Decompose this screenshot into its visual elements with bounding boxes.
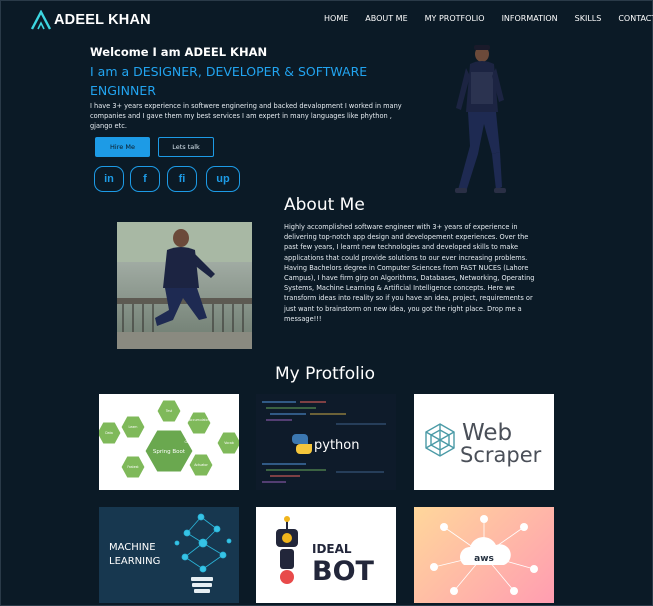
spring-label: Accumulator [189, 418, 210, 422]
nav-skills[interactable]: SKILLS [575, 14, 602, 23]
portfolio-title: My Protfolio [275, 364, 375, 384]
ideal-label: IDEAL [312, 542, 352, 556]
hero-role: I am a DESIGNER, DEVELOPER & SOFTWARE EN… [90, 64, 368, 98]
nav-information[interactable]: INFORMATION [502, 14, 558, 23]
python-label: python [314, 438, 359, 453]
spring-label: Fastest [127, 465, 139, 469]
about-text: Highly accomplished software engineer wi… [284, 223, 535, 323]
spring-label: Actuator [194, 463, 208, 467]
upwork-icon[interactable]: up [206, 166, 240, 192]
hero-welcome: Welcome I am ADEEL KHAN [90, 45, 268, 59]
nav-portfolio[interactable]: MY PROTFOLIO [425, 14, 485, 23]
nav-contact[interactable]: CONTACT [618, 14, 653, 23]
spring-boot-center-label: Spring Boot [153, 449, 186, 455]
logo-text: ADEEL KHAN [54, 12, 151, 28]
lets-talk-button[interactable]: Lets talk [158, 137, 214, 157]
spring-label: Vocab [224, 441, 234, 445]
portfolio-card-python[interactable]: python [256, 394, 396, 490]
spring-label: Good Architecture [185, 440, 214, 444]
aws-label: aws [474, 554, 494, 564]
about-title: About Me [284, 195, 365, 215]
fiverr-icon[interactable]: fi [167, 166, 197, 192]
hero-portrait-image [455, 45, 506, 193]
spring-label: Test [165, 409, 173, 413]
nav-about-me[interactable]: ABOUT ME [365, 14, 407, 23]
portfolio-card-aws[interactable]: aws [414, 507, 554, 603]
machine-label: MACHINE [109, 542, 156, 553]
facebook-icon[interactable]: f [130, 166, 160, 192]
portfolio-card-web-scraper[interactable]: Web Scraper [414, 394, 554, 490]
hero-intro: I have 3+ years experience in softwere e… [90, 102, 402, 130]
hire-me-button[interactable]: Hire Me [95, 137, 150, 157]
portfolio-card-ideal-bot[interactable]: IDEAL BOT [256, 507, 396, 603]
linkedin-icon[interactable]: in [94, 166, 124, 192]
scraper-label: Scraper [460, 443, 542, 467]
portfolio-card-machine-learning[interactable]: MACHINE LEARNING [99, 507, 239, 603]
portfolio-card-spring-boot[interactable]: Spring Boot Test Accumulator Learn Data … [99, 394, 239, 490]
site-logo[interactable]: ADEEL KHAN [30, 10, 151, 30]
learning-label: LEARNING [109, 556, 160, 567]
bot-label: BOT [312, 556, 375, 587]
about-photo [117, 222, 252, 349]
spring-label: Data [105, 431, 113, 435]
spring-label: Learn [129, 425, 138, 429]
nav-home[interactable]: HOME [324, 14, 348, 23]
main-nav: HOME ABOUT ME MY PROTFOLIO INFORMATION S… [324, 14, 653, 23]
